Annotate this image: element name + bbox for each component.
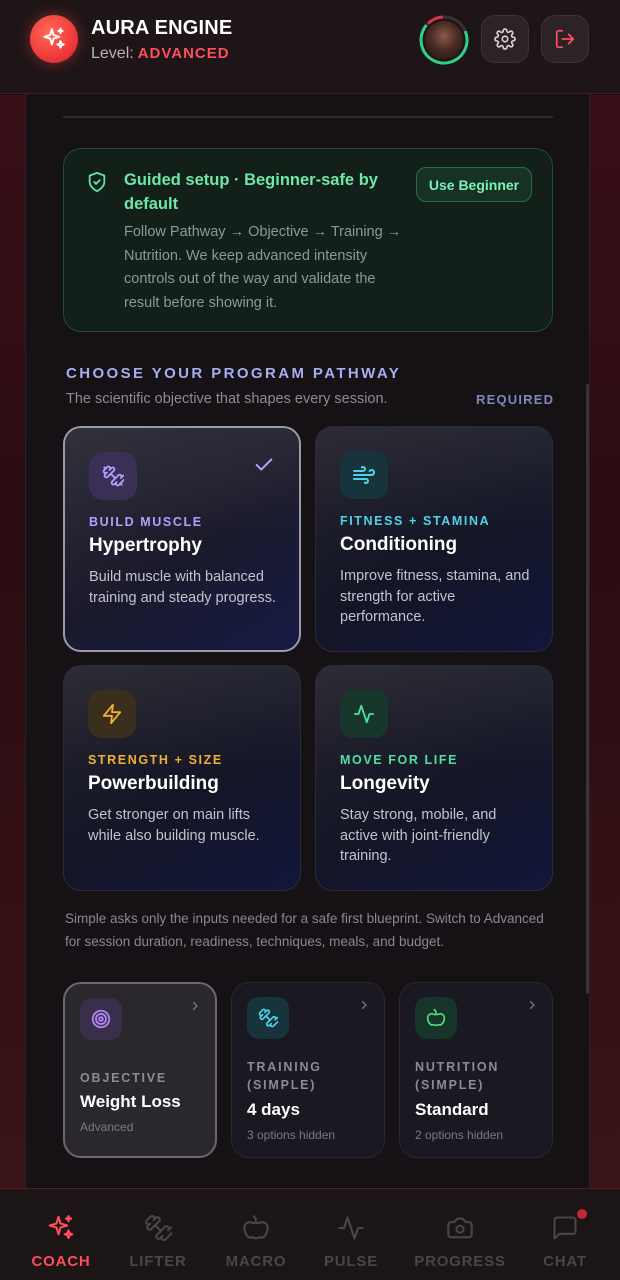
nutrition-value: Standard xyxy=(415,1100,489,1119)
guided-setup-title: Guided setup · Beginner-safe by default xyxy=(124,171,378,213)
check-icon xyxy=(253,454,275,481)
chevron-right-icon xyxy=(189,999,201,1017)
card-description: Get stronger on main lifts while also bu… xyxy=(88,807,260,844)
chat-icon xyxy=(551,1213,579,1243)
target-icon xyxy=(80,998,122,1040)
sparkle-icon xyxy=(46,1213,76,1243)
dumbbell-icon xyxy=(144,1213,172,1243)
level-indicator: Level: ADVANCED xyxy=(91,45,230,63)
nutrition-label: NUTRITION (SIMPLE) xyxy=(415,1060,500,1092)
notification-dot xyxy=(577,1209,587,1219)
objective-card[interactable]: OBJECTIVE Weight Loss Advanced xyxy=(63,982,217,1158)
nutrition-card[interactable]: NUTRITION (SIMPLE) Standard 2 options hi… xyxy=(399,982,553,1158)
level-value: ADVANCED xyxy=(137,45,230,62)
gear-icon xyxy=(494,28,516,50)
card-title: Conditioning xyxy=(340,534,458,555)
training-label: TRAINING (SIMPLE) xyxy=(247,1060,322,1092)
guided-setup-description: Follow Pathway → Objective → Training → … xyxy=(124,224,402,311)
avatar-button[interactable] xyxy=(418,14,470,66)
nutrition-sub: 2 options hidden xyxy=(415,1128,504,1142)
card-description: Build muscle with balanced training and … xyxy=(89,569,276,606)
pathway-card-hypertrophy[interactable]: BUILD MUSCLE Hypertrophy Build muscle wi… xyxy=(63,426,301,652)
chevron-right-icon xyxy=(358,998,370,1016)
nav-label: LIFTER xyxy=(129,1253,187,1270)
nav-pulse[interactable]: PULSE xyxy=(301,1189,401,1280)
logout-button[interactable] xyxy=(541,15,589,63)
card-eyebrow: STRENGTH + SIZE xyxy=(88,753,223,767)
app-logo xyxy=(30,15,78,63)
settings-button[interactable] xyxy=(481,15,529,63)
divider xyxy=(63,116,553,118)
training-card[interactable]: TRAINING (SIMPLE) 4 days 3 options hidde… xyxy=(231,982,385,1158)
objective-label: OBJECTIVE xyxy=(80,1071,168,1085)
nav-label: PROGRESS xyxy=(414,1253,506,1270)
app-title: AURA ENGINE xyxy=(91,17,233,39)
pulse-icon xyxy=(337,1213,365,1243)
pathway-section-title: CHOOSE YOUR PROGRAM PATHWAY xyxy=(66,365,402,382)
card-description: Improve fitness, stamina, and strength f… xyxy=(340,568,530,625)
card-eyebrow: MOVE FOR LIFE xyxy=(340,753,459,767)
pathway-section-subtitle: The scientific objective that shapes eve… xyxy=(66,391,388,407)
card-eyebrow: FITNESS + STAMINA xyxy=(340,514,491,528)
card-title: Powerbuilding xyxy=(88,773,219,794)
nav-lifter[interactable]: LIFTER xyxy=(108,1189,208,1280)
simple-mode-note: Simple asks only the inputs needed for a… xyxy=(65,911,544,949)
use-beginner-button[interactable]: Use Beginner xyxy=(416,167,532,202)
wind-icon xyxy=(340,451,388,499)
logout-icon xyxy=(555,29,575,49)
app-header: AURA ENGINE Level: ADVANCED xyxy=(0,0,620,94)
nav-chat[interactable]: CHAT xyxy=(515,1189,615,1280)
nav-coach[interactable]: COACH xyxy=(11,1189,111,1280)
card-description: Stay strong, mobile, and active with joi… xyxy=(340,807,497,864)
dumbbell-icon xyxy=(89,452,137,500)
nav-label: MACRO xyxy=(225,1253,287,1270)
card-title: Longevity xyxy=(340,773,430,794)
scrollbar[interactable] xyxy=(586,384,589,994)
pathway-card-conditioning[interactable]: FITNESS + STAMINA Conditioning Improve f… xyxy=(315,426,553,652)
objective-value: Weight Loss xyxy=(80,1092,181,1111)
nav-label: COACH xyxy=(31,1253,91,1270)
shield-check-icon xyxy=(86,171,108,198)
right-edge-glow xyxy=(590,95,620,1188)
card-eyebrow: BUILD MUSCLE xyxy=(89,515,203,529)
bottom-navigation: COACH LIFTER MACRO PULSE PROGRESS CHAT xyxy=(0,1188,620,1280)
nav-label: PULSE xyxy=(323,1253,378,1270)
sparkle-icon xyxy=(43,27,65,49)
nav-progress[interactable]: PROGRESS xyxy=(410,1189,510,1280)
dumbbell-icon xyxy=(247,997,289,1039)
main-content: Guided setup · Beginner-safe by default … xyxy=(25,94,590,1188)
nav-label: CHAT xyxy=(543,1253,587,1270)
lightning-icon xyxy=(88,690,136,738)
apple-icon xyxy=(415,997,457,1039)
training-value: 4 days xyxy=(247,1100,300,1119)
level-label: Level: xyxy=(91,45,134,62)
card-title: Hypertrophy xyxy=(89,535,202,556)
apple-icon xyxy=(242,1213,270,1243)
camera-icon xyxy=(446,1213,474,1243)
nav-macro[interactable]: MACRO xyxy=(206,1189,306,1280)
chevron-right-icon xyxy=(526,998,538,1016)
avatar xyxy=(425,21,463,59)
pathway-card-longevity[interactable]: MOVE FOR LIFE Longevity Stay strong, mob… xyxy=(315,665,553,891)
training-sub: 3 options hidden xyxy=(247,1128,336,1142)
required-badge: REQUIRED xyxy=(476,392,555,407)
objective-sub: Advanced xyxy=(80,1120,134,1134)
pulse-icon xyxy=(340,690,388,738)
guided-setup-banner: Guided setup · Beginner-safe by default … xyxy=(63,148,553,332)
pathway-card-powerbuilding[interactable]: STRENGTH + SIZE Powerbuilding Get strong… xyxy=(63,665,301,891)
